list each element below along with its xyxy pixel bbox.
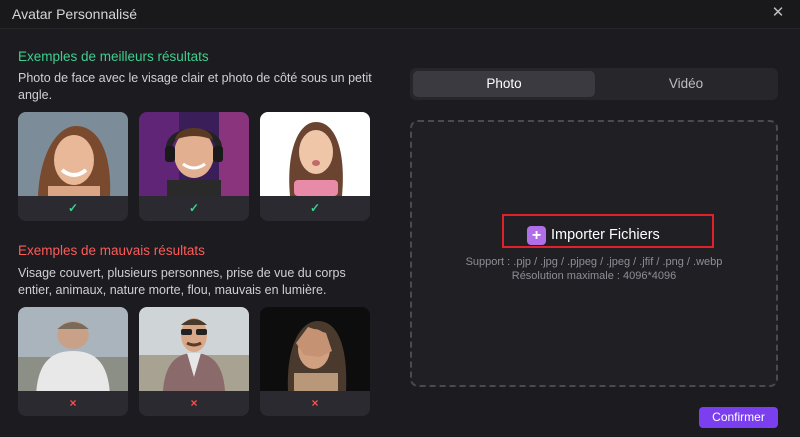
- good-example-card: ✓: [260, 112, 370, 221]
- good-example-card: ✓: [139, 112, 249, 221]
- bad-example-photo: [18, 307, 128, 391]
- good-example-photo: [18, 112, 128, 196]
- good-examples-heading: Exemples de meilleurs résultats: [18, 49, 209, 64]
- cross-icon: ×: [311, 396, 319, 410]
- good-example-card: ✓: [18, 112, 128, 221]
- good-example-photo: [260, 112, 370, 196]
- tab-video[interactable]: Vidéo: [595, 71, 777, 97]
- bad-example-card: ×: [139, 307, 249, 416]
- supported-formats: Support : .pjp / .jpg / .pjpeg / .jpeg /…: [465, 256, 723, 268]
- check-icon: ✓: [309, 201, 321, 215]
- bad-example-photo: [139, 307, 249, 391]
- bad-example-card: ×: [260, 307, 370, 416]
- bad-examples-heading: Exemples de mauvais résultats: [18, 243, 205, 258]
- close-icon[interactable]: ✕: [770, 5, 786, 21]
- bad-examples-description: Visage couvert, plusieurs personnes, pri…: [18, 266, 346, 297]
- good-examples-description: Photo de face avec le visage clair et ph…: [18, 71, 372, 102]
- bad-example-card: ×: [18, 307, 128, 416]
- good-example-photo: [139, 112, 249, 196]
- window-title: Avatar Personnalisé: [12, 6, 138, 22]
- file-drop-zone[interactable]: [410, 120, 778, 387]
- plus-icon: +: [527, 225, 546, 245]
- confirm-button[interactable]: Confirmer: [699, 407, 778, 428]
- import-files-label: Importer Fichiers: [551, 227, 660, 243]
- tab-photo[interactable]: Photo: [413, 71, 595, 97]
- cross-icon: ×: [190, 396, 198, 410]
- check-icon: ✓: [67, 201, 79, 215]
- max-resolution: Résolution maximale : 4096*4096: [511, 270, 677, 282]
- bad-example-photo: [260, 307, 370, 391]
- cross-icon: ×: [69, 396, 77, 410]
- media-type-tabs: Photo Vidéo: [410, 68, 778, 100]
- check-icon: ✓: [188, 201, 200, 215]
- title-bar: Avatar Personnalisé ✕: [0, 0, 800, 29]
- import-files-button[interactable]: + Importer Fichiers: [527, 225, 660, 245]
